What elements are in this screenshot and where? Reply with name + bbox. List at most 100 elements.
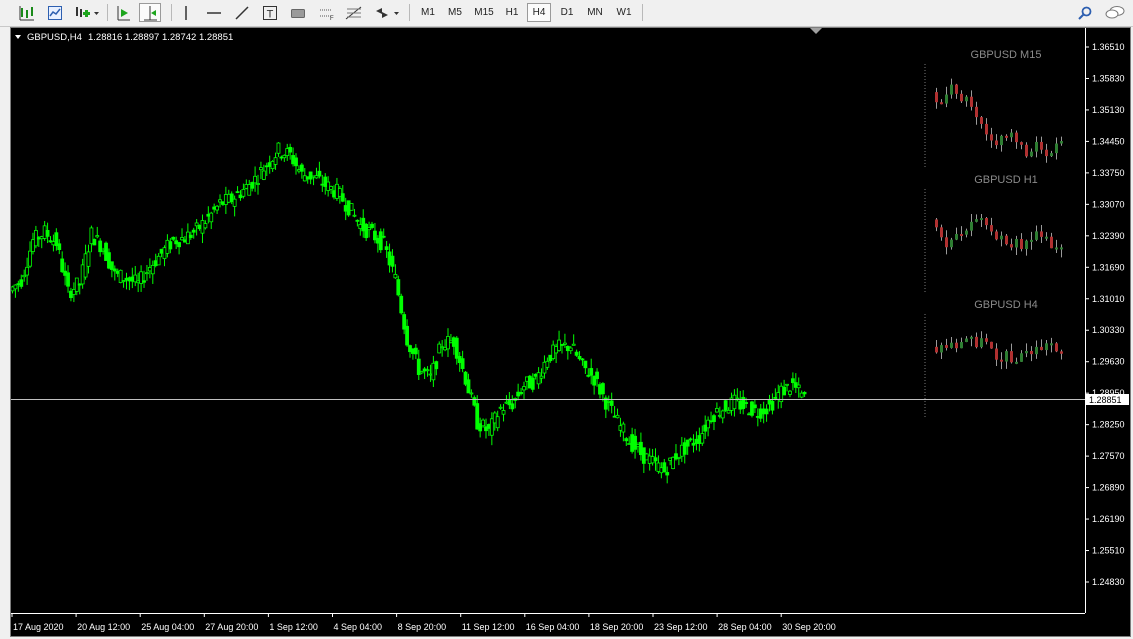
price-label: 1.35830 [1092, 73, 1125, 83]
mini-candle-body [1020, 238, 1023, 250]
svg-text:F: F [330, 16, 334, 21]
price-label: 1.32390 [1092, 231, 1125, 241]
timeframe-mn[interactable]: MN [583, 3, 607, 22]
candle-body [399, 295, 404, 314]
mini-chart-0: GBPUSD M15 [924, 49, 1063, 168]
candle-body [288, 146, 293, 153]
mini-candle-body [950, 342, 953, 348]
mini-candle-body [1020, 142, 1023, 145]
candle-body [685, 439, 690, 447]
timeframe-m5[interactable]: M5 [443, 3, 467, 22]
mini-candle-body [1035, 141, 1038, 152]
mini-candle-body [965, 338, 968, 343]
fibonacci-icon[interactable] [342, 3, 366, 22]
mini-candle-body [1045, 236, 1048, 239]
candle-body [22, 274, 27, 278]
timeframe-d1[interactable]: D1 [556, 3, 578, 22]
candle-body [744, 402, 749, 404]
candle-body [121, 280, 126, 283]
timeframe-h4[interactable]: H4 [527, 3, 551, 22]
price-label: 1.27570 [1092, 451, 1125, 461]
candle-body [355, 219, 360, 222]
candle-body [299, 164, 304, 172]
mini-candle-body [1045, 149, 1048, 157]
candle-body [796, 384, 801, 389]
candle-body [662, 462, 667, 473]
candle-body [13, 284, 18, 290]
chart-window[interactable]: GBPUSD,H4 1.28816 1.28897 1.28742 1.2885… [10, 27, 1131, 637]
candle-body [317, 170, 322, 177]
chart-shift-marker-icon[interactable] [810, 28, 822, 34]
mini-candle-body [950, 84, 953, 95]
candle-body [764, 408, 769, 415]
mini-candle-body [935, 346, 938, 353]
text-label-icon[interactable]: F [315, 3, 337, 22]
candle-body [250, 182, 255, 189]
timeframe-m1[interactable]: M1 [416, 3, 440, 22]
candle-body [209, 212, 214, 223]
arrows-menu-icon[interactable] [372, 3, 402, 22]
mini-chart-title: GBPUSD H4 [974, 299, 1038, 311]
candle-body [92, 238, 97, 246]
candle-body [25, 266, 30, 276]
candle-body [712, 415, 716, 422]
mini-candle-body [1050, 343, 1053, 346]
candle-body [405, 325, 409, 346]
chart-canvas[interactable]: GBPUSD,H4 1.28816 1.28897 1.28742 1.2885… [11, 28, 1130, 636]
candle-body [522, 386, 526, 391]
trendline-icon[interactable] [231, 3, 253, 22]
mini-candle-body [965, 230, 968, 235]
chart-properties-icon[interactable] [44, 3, 66, 22]
mini-candle-body [940, 227, 943, 238]
chat-icon[interactable] [1102, 3, 1128, 22]
mini-chart-1: GBPUSD H1 [924, 174, 1063, 293]
timeframe-h1[interactable]: H1 [501, 3, 523, 22]
horizontal-line-icon[interactable] [203, 3, 225, 22]
mini-candle-body [1035, 231, 1038, 240]
add-indicator-icon[interactable] [72, 3, 102, 22]
text-tool-icon[interactable]: T [259, 3, 281, 22]
candle-body [466, 379, 471, 394]
candle-body [601, 383, 605, 395]
candle-body [688, 438, 693, 441]
mini-charts: GBPUSD M15 GBPUSD H1 GBPUSD H4 [924, 49, 1063, 418]
rectangle-tool-icon[interactable] [287, 3, 309, 22]
mini-candle-body [970, 336, 973, 339]
date-label: 28 Sep 04:00 [718, 622, 772, 632]
candle-body [273, 157, 278, 165]
price-label: 1.30330 [1092, 325, 1125, 335]
mini-candle-body [1050, 153, 1053, 157]
auto-scroll-icon[interactable] [112, 3, 134, 22]
candle-body [235, 191, 240, 194]
mini-candle-body [1000, 135, 1003, 146]
mini-candle-body [980, 218, 983, 221]
new-chart-icon[interactable] [16, 3, 38, 22]
chart-shift-icon[interactable] [139, 3, 161, 22]
candle-body [19, 279, 24, 287]
candle-body [142, 280, 146, 283]
mini-candle-body [1015, 361, 1018, 364]
candle-body [595, 371, 599, 380]
search-icon[interactable] [1074, 3, 1096, 22]
candle-body [28, 250, 32, 267]
candle-body [498, 406, 503, 409]
symbol-menu-icon[interactable] [15, 35, 21, 39]
date-label: 16 Sep 04:00 [526, 622, 580, 632]
candle-body [653, 457, 658, 462]
vertical-line-icon[interactable] [177, 3, 195, 22]
mini-candle-body [955, 234, 958, 240]
timeframe-m15[interactable]: M15 [470, 3, 498, 22]
candle-body [571, 343, 576, 346]
date-label: 20 Aug 12:00 [77, 622, 130, 632]
mini-candle-body [1025, 240, 1028, 250]
mini-candle-body [1005, 135, 1008, 138]
mini-chart-2: GBPUSD H4 [924, 299, 1063, 418]
candle-body [57, 243, 62, 251]
candle-body [367, 227, 371, 231]
timeframe-w1[interactable]: W1 [612, 3, 636, 22]
candle-body [177, 242, 181, 248]
mini-candle-body [1005, 351, 1008, 362]
candle-body [589, 368, 594, 376]
candle-body [349, 203, 354, 211]
candle-body [615, 414, 620, 419]
